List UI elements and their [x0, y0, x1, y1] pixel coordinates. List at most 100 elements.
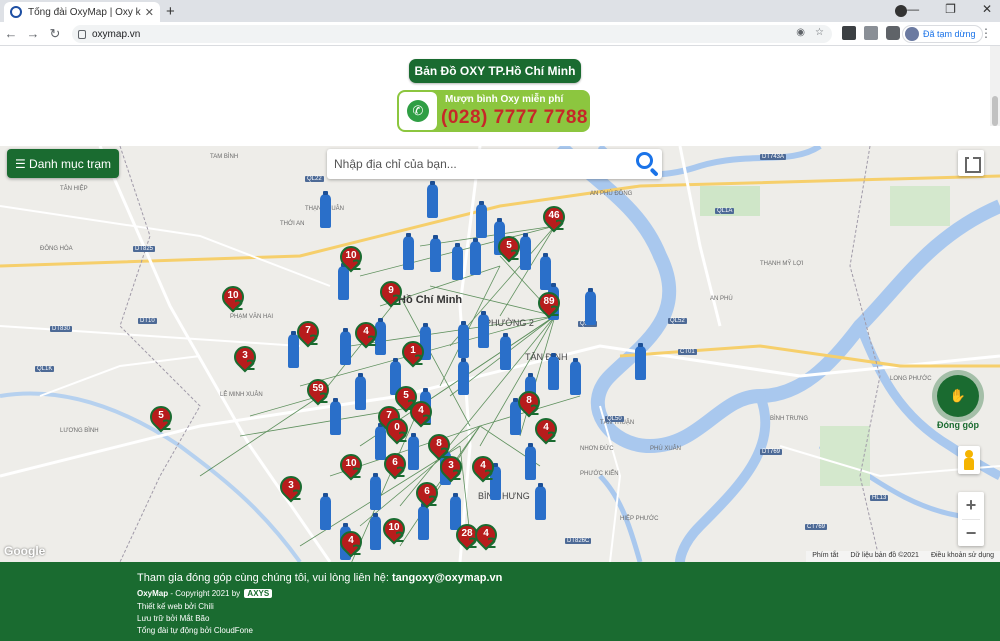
zoom-out-button[interactable]: −	[958, 520, 984, 547]
location-icon[interactable]: ◉	[796, 27, 805, 38]
browser-menu-icon[interactable]: ⋮	[980, 26, 992, 40]
contact-email-link[interactable]: tangoxy@oxymap.vn	[392, 572, 502, 584]
oxygen-tank-marker[interactable]	[427, 181, 438, 218]
donate-button[interactable]: ✋ Đóng góp	[932, 375, 982, 433]
station-marker[interactable]: 12	[397, 336, 429, 371]
station-marker[interactable]: 10 2	[378, 513, 410, 548]
station-marker[interactable]: 10 2	[217, 281, 249, 316]
station-marker[interactable]: 89 2	[533, 287, 565, 322]
close-window-icon[interactable]: ✕	[982, 2, 992, 16]
station-marker[interactable]: 42	[470, 519, 502, 554]
map-place-label: THỚI AN	[280, 221, 305, 227]
search-icon[interactable]	[632, 149, 662, 179]
oxygen-tank-marker[interactable]	[458, 358, 469, 395]
address-search-input[interactable]	[327, 157, 632, 171]
station-marker[interactable]: 52	[493, 231, 525, 266]
oxygen-tank-marker[interactable]	[320, 191, 331, 228]
station-marker[interactable]: 42	[530, 413, 562, 448]
keyboard-shortcuts-link[interactable]: Phím tắt	[812, 552, 838, 561]
station-marker[interactable]: 32	[229, 341, 261, 376]
oxygen-tank-marker[interactable]	[370, 513, 381, 550]
oxygen-tank-marker[interactable]	[635, 343, 646, 380]
lock-icon[interactable]	[78, 29, 86, 39]
station-marker[interactable]: 32	[435, 451, 467, 486]
google-logo[interactable]: Google	[4, 544, 45, 558]
media-control-icon[interactable]	[895, 5, 907, 17]
forward-icon[interactable]: →	[22, 26, 44, 41]
extension-icon[interactable]	[864, 26, 878, 40]
map-place-label: AN PHÚ	[710, 296, 733, 302]
page-scrollbar[interactable]	[990, 46, 1000, 126]
back-icon[interactable]: ←	[0, 26, 22, 41]
station-marker[interactable]: 46 2	[538, 201, 570, 236]
profile-button[interactable]: Đã tạm dừng	[902, 25, 983, 43]
station-marker[interactable]: 42	[335, 526, 367, 561]
oxygen-tank-marker[interactable]	[370, 473, 381, 510]
road-badge: QL22	[305, 176, 324, 182]
zoom-in-button[interactable]: +	[958, 492, 984, 519]
station-marker[interactable]: 02	[381, 413, 413, 448]
map-place-label: THẠNH MỸ LỢI	[760, 261, 804, 267]
scrollbar-thumb[interactable]	[992, 96, 998, 126]
oxygen-tank-marker[interactable]	[320, 493, 331, 530]
reload-icon[interactable]: ↻	[44, 26, 66, 42]
oxygen-map[interactable]: TAM BÌNH ĐÔNG HÒA TÂN HIỆP AN PHÚ ĐÔNG T…	[0, 146, 1000, 562]
oxygen-tank-marker[interactable]	[540, 253, 551, 290]
fullscreen-icon[interactable]	[958, 150, 984, 176]
oxygen-tank-marker[interactable]	[430, 235, 441, 272]
station-marker[interactable]: 62	[379, 448, 411, 483]
restore-icon[interactable]: ❐	[945, 2, 956, 16]
extension-icon[interactable]	[842, 26, 856, 40]
bookmark-star-icon[interactable]: ☆	[815, 27, 824, 38]
oxygen-tank-marker[interactable]	[355, 373, 366, 410]
oxygen-tank-marker[interactable]	[500, 333, 511, 370]
map-place-label: LÊ MINH XUÂN	[220, 392, 263, 398]
station-marker[interactable]: 72	[292, 316, 324, 351]
browser-tab[interactable]: Tổng đài OxyMap | Oxy khẩn cấp ✕	[4, 2, 160, 22]
hotline-banner[interactable]: ✆ Mượn bình Oxy miễn phí (028) 7777 7788	[397, 90, 590, 132]
oxygen-tank-marker[interactable]	[525, 443, 536, 480]
terms-link[interactable]: Điều khoản sử dụng	[931, 552, 994, 561]
oxygen-tank-marker[interactable]	[470, 238, 481, 275]
minimize-icon[interactable]: —	[907, 2, 919, 16]
district-label: TÂN ĐỊNH	[525, 352, 568, 362]
district-label: BÌNH HƯNG	[478, 491, 530, 501]
station-marker[interactable]: 42	[350, 317, 382, 352]
oxygen-tank-marker[interactable]	[570, 358, 581, 395]
road-badge: DT10	[138, 318, 157, 324]
address-bar[interactable]: oxymap.vn ◉ ☆	[72, 25, 832, 43]
district-label: PHƯỜNG 2	[485, 318, 534, 328]
station-marker[interactable]: 32	[275, 471, 307, 506]
avatar	[905, 27, 919, 41]
station-marker[interactable]: 42	[467, 451, 499, 486]
station-marker[interactable]: 52	[145, 401, 177, 436]
new-tab-icon[interactable]: +	[166, 3, 175, 20]
credit-hosting[interactable]: Lưu trữ bởi Mắt Bão	[137, 614, 209, 623]
oxygen-tank-marker[interactable]	[458, 321, 469, 358]
oxygen-tank-marker[interactable]	[548, 353, 559, 390]
oxygen-tank-marker[interactable]	[403, 233, 414, 270]
station-marker[interactable]: 59 2	[302, 374, 334, 409]
credit-web[interactable]: Thiết kế web bởi Chili	[137, 602, 214, 611]
oxygen-tank-marker[interactable]	[330, 398, 341, 435]
address-search	[327, 149, 662, 179]
oxygen-tank-marker[interactable]	[478, 311, 489, 348]
oxygen-tank-marker[interactable]	[535, 483, 546, 520]
street-view-pegman-icon[interactable]	[958, 446, 980, 474]
oxygen-tank-marker[interactable]	[340, 328, 351, 365]
footer-invite: Tham gia đóng góp cùng chúng tôi, vui lò…	[137, 572, 502, 584]
oxygen-tank-marker[interactable]	[585, 288, 596, 325]
station-marker[interactable]: 62	[411, 477, 443, 512]
station-marker[interactable]: 10 2	[335, 241, 367, 276]
station-list-button[interactable]: ☰ Danh mục trạm	[7, 149, 119, 178]
oxygen-tank-marker[interactable]	[452, 243, 463, 280]
puzzle-icon[interactable]	[886, 26, 900, 40]
close-tab-icon[interactable]: ✕	[145, 6, 154, 19]
credit-callcenter[interactable]: Tổng đài tự động bởi CloudFone	[137, 626, 253, 635]
station-marker[interactable]: 82	[513, 386, 545, 421]
station-marker[interactable]: 10 2	[335, 449, 367, 484]
oxygen-tank-marker[interactable]	[476, 201, 487, 238]
axys-logo[interactable]: AXYS	[244, 589, 273, 598]
station-marker[interactable]: 92	[375, 276, 407, 311]
station-marker[interactable]: 42	[405, 396, 437, 431]
